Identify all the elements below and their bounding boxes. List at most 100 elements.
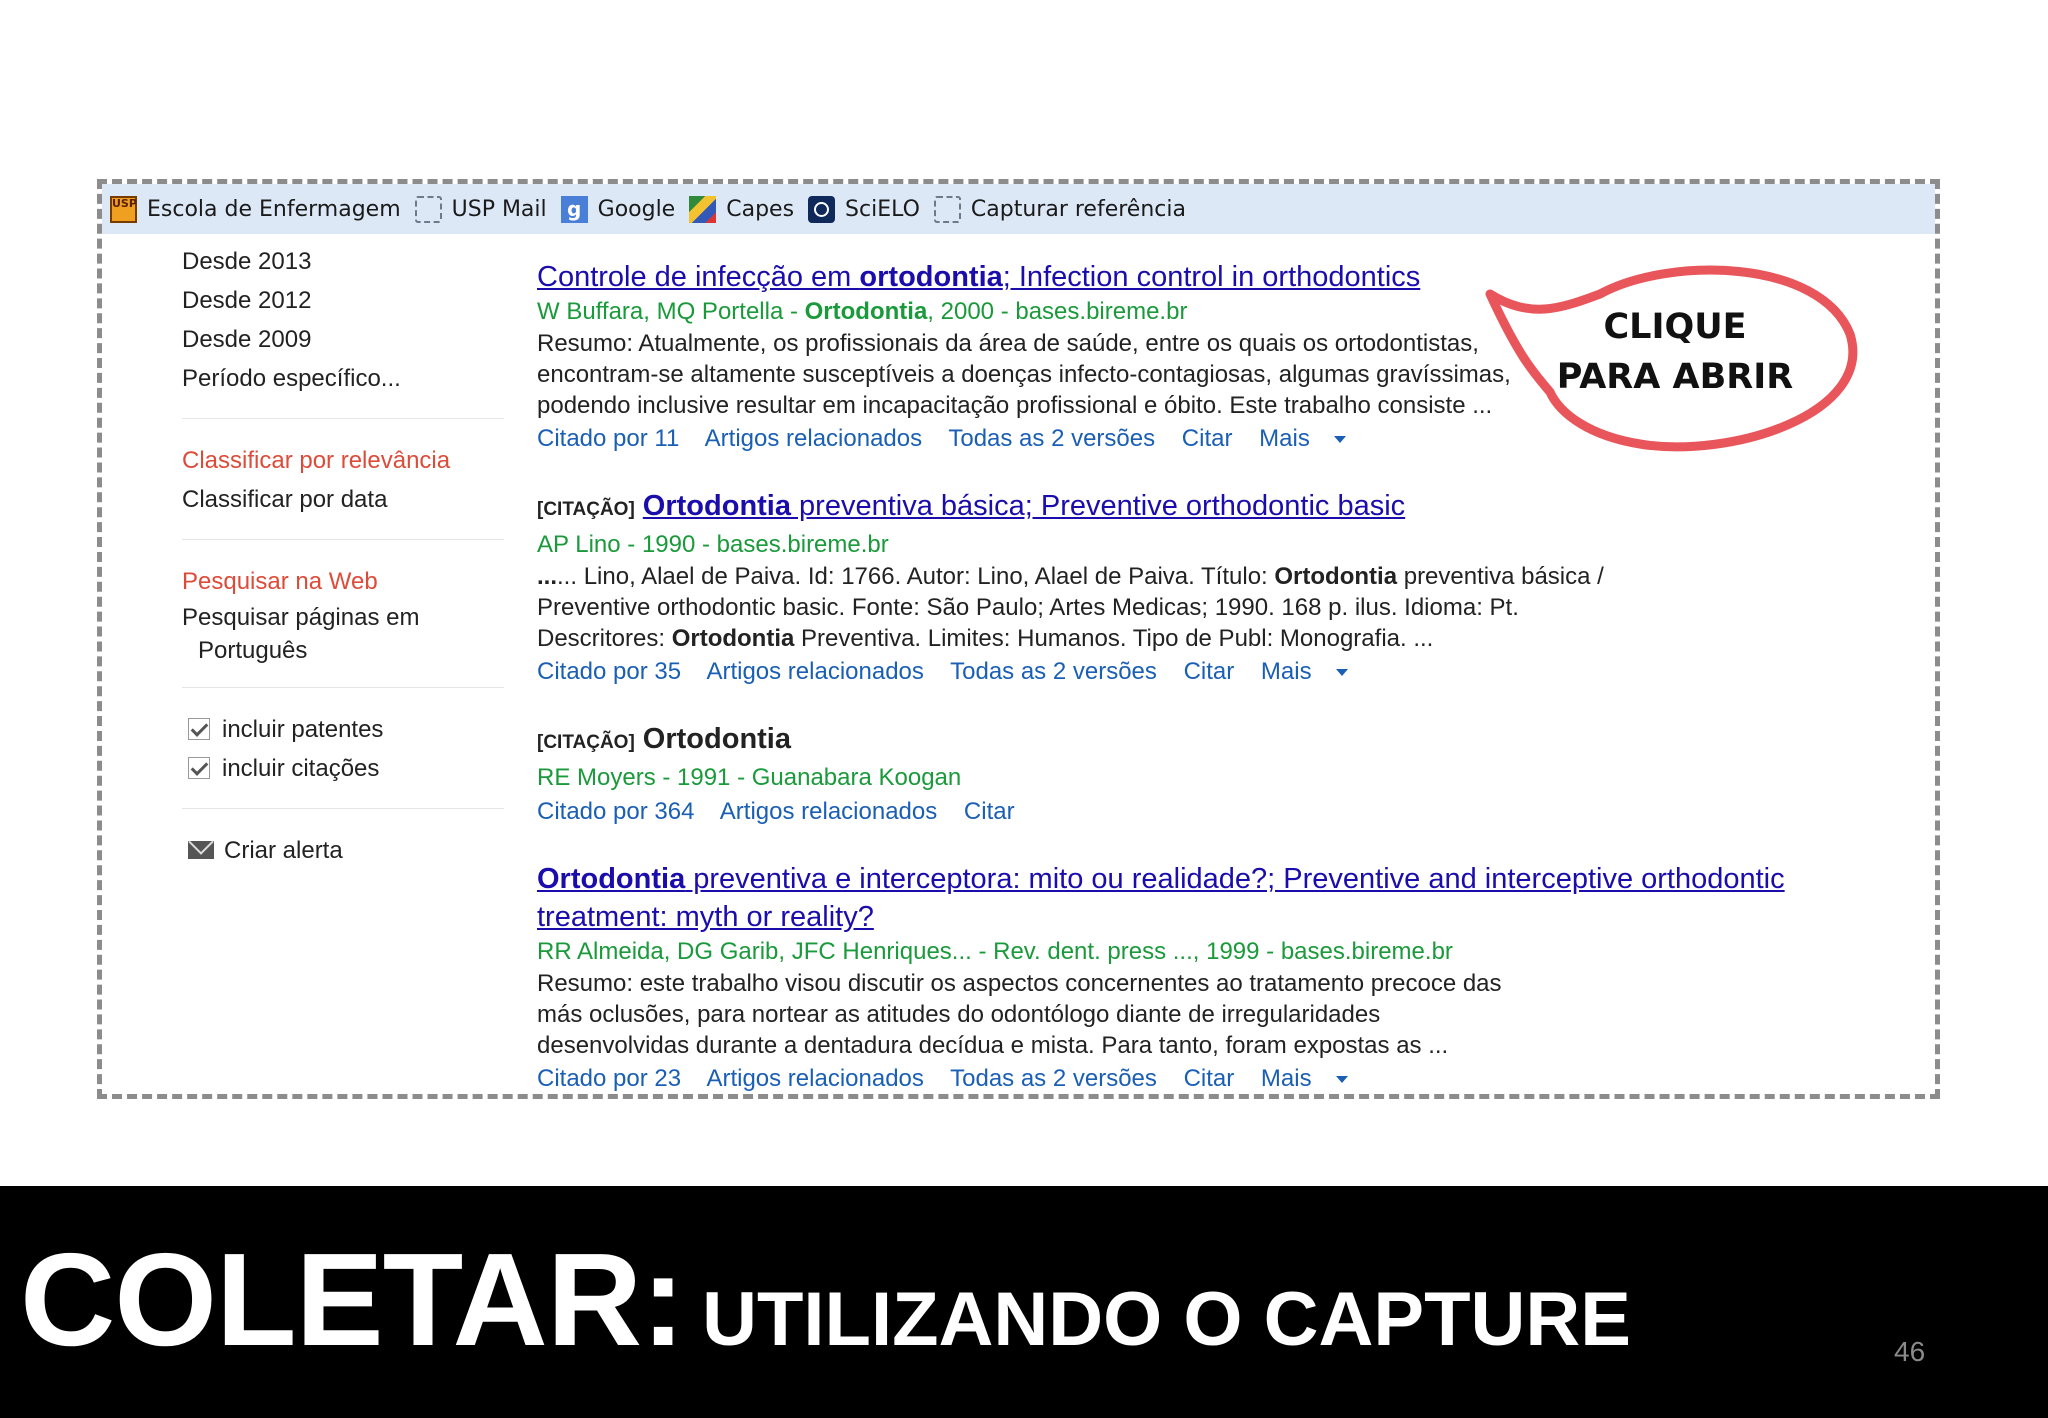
- result-title-link[interactable]: Ortodontia preventiva e interceptora: mi…: [537, 860, 1917, 936]
- slide-page-number: 46: [1894, 1336, 1926, 1367]
- more-dropdown[interactable]: Mais: [1261, 1065, 1348, 1092]
- snippet-line: ...... Lino, Alael de Paiva. Id: 1766. A…: [537, 563, 1604, 590]
- title-keyword: Ortodontia: [537, 863, 686, 895]
- all-versions-link[interactable]: Todas as 2 versões: [950, 658, 1157, 685]
- result-actions: Citado por 35 Artigos relacionados Todas…: [537, 654, 1917, 690]
- snippet-keyword: Ortodontia: [671, 625, 795, 652]
- title-text: preventiva básica; Preventive orthodonti…: [791, 490, 1406, 522]
- checkbox-label: incluir patentes: [222, 716, 384, 743]
- caret-down-icon: [1333, 436, 1346, 443]
- cited-by-link[interactable]: Citado por 364: [537, 798, 694, 825]
- usp-icon: USP: [110, 195, 137, 223]
- snippet-line: Preventive orthodontic basic. Fonte: São…: [537, 594, 1519, 621]
- snippet-text: Preventiva. Limites: Humanos. Tipo de Pu…: [794, 625, 1434, 652]
- date-filter-custom-range[interactable]: Período específico...: [182, 359, 504, 398]
- divider: [182, 687, 504, 688]
- checkbox-checked-icon: [188, 718, 210, 740]
- more-label: Mais: [1260, 1065, 1312, 1092]
- all-versions-link[interactable]: Todas as 2 versões: [948, 425, 1155, 452]
- bookmark-capes[interactable]: Capes: [689, 195, 794, 223]
- checkbox-checked-icon: [188, 757, 210, 779]
- citation-tag: [CITAÇÃO]: [537, 499, 635, 520]
- result-title-link[interactable]: [CITAÇÃO] Ortodontia preventiva básica; P…: [537, 487, 1917, 529]
- related-articles-link[interactable]: Artigos relacionados: [705, 425, 922, 452]
- snippet-text: preventiva básica /: [1397, 563, 1604, 590]
- search-tools-sidebar: Desde 2013 Desde 2012 Desde 2009 Período…: [182, 242, 504, 870]
- snippet-line: más oclusões, para nortear as atitudes d…: [537, 1001, 1381, 1028]
- cite-link[interactable]: Citar: [1184, 658, 1235, 685]
- date-filter-since-2013[interactable]: Desde 2013: [182, 242, 504, 281]
- date-filter-since-2012[interactable]: Desde 2012: [182, 281, 504, 320]
- bookmark-escola-enfermagem[interactable]: USP Escola de Enfermagem: [110, 195, 401, 223]
- caret-down-icon: [1335, 1076, 1348, 1083]
- snippet-text: ... Lino, Alael de Paiva. Id: 1766. Auto…: [557, 563, 1275, 590]
- divider: [182, 418, 504, 419]
- snippet-text: Descritores:: [537, 625, 672, 652]
- slide-title-main: COLETAR:: [20, 1226, 685, 1373]
- bookmark-label: Escola de Enfermagem: [147, 196, 401, 222]
- more-label: Mais: [1259, 425, 1310, 452]
- all-versions-link[interactable]: Todas as 2 versões: [950, 1065, 1157, 1092]
- sort-by-relevance[interactable]: Classificar por relevância: [182, 441, 504, 480]
- bookmark-label: Capturar referência: [970, 196, 1186, 222]
- related-articles-link[interactable]: Artigos relacionados: [706, 1065, 923, 1092]
- result-title: [CITAÇÃO] Ortodontia: [537, 720, 1917, 762]
- cited-by-link[interactable]: Citado por 11: [537, 425, 679, 452]
- citation-tag: [CITAÇÃO]: [537, 732, 635, 753]
- bookmark-placeholder-icon: [414, 195, 442, 223]
- result-meta: RR Almeida, DG Garib, JFC Henriques... -…: [537, 938, 1453, 965]
- callout-line: CLIQUE: [1603, 307, 1747, 347]
- include-citations-checkbox[interactable]: incluir citações: [182, 749, 504, 788]
- create-alert-link[interactable]: Criar alerta: [182, 831, 504, 870]
- option-label: Português: [198, 637, 308, 664]
- title-keyword: Ortodontia: [642, 490, 791, 522]
- title-text: Controle de infecção em: [537, 261, 860, 293]
- related-articles-link[interactable]: Artigos relacionados: [720, 798, 937, 825]
- result-item: [CITAÇÃO] Ortodontia preventiva básica; P…: [537, 487, 1917, 690]
- meta-keyword: Ortodontia: [804, 298, 928, 325]
- capes-icon: [689, 195, 717, 223]
- bookmark-usp-mail[interactable]: USP Mail: [414, 195, 547, 223]
- snippet-line: desenvolvidas durante a dentadura decídu…: [537, 1032, 1449, 1059]
- result-snippet: ...... Lino, Alael de Paiva. Id: 1766. A…: [537, 561, 1917, 654]
- more-dropdown[interactable]: Mais: [1259, 425, 1346, 452]
- cite-link[interactable]: Citar: [1182, 425, 1233, 452]
- include-patents-checkbox[interactable]: incluir patentes: [182, 710, 504, 749]
- title-text: ; Infection control in orthodontics: [1002, 261, 1421, 293]
- result-meta: AP Lino - 1990 - bases.bireme.br: [537, 531, 889, 558]
- callout-line: PARA ABRIR: [1556, 357, 1794, 397]
- search-web-option[interactable]: Pesquisar na Web: [182, 562, 504, 601]
- bookmark-google[interactable]: g Google: [560, 195, 675, 223]
- result-snippet: Resumo: este trabalho visou discutir os …: [537, 968, 1917, 1061]
- date-filter-since-2009[interactable]: Desde 2009: [182, 320, 504, 359]
- bookmark-capturar-referencia[interactable]: Capturar referência: [933, 195, 1186, 223]
- meta-authors: W Buffara, MQ Portella -: [537, 298, 805, 325]
- search-portuguese-pages-option[interactable]: Pesquisar páginas em Português: [182, 601, 504, 667]
- cited-by-link[interactable]: Citado por 23: [537, 1065, 681, 1092]
- slide-title-banner: COLETAR: UTILIZANDO O CAPTURE 46: [0, 1186, 2048, 1418]
- bookmarks-bar: USP Escola de Enfermagem USP Mail g Goog…: [102, 184, 1935, 234]
- related-articles-link[interactable]: Artigos relacionados: [706, 658, 923, 685]
- title-text: treatment: myth or reality?: [537, 901, 874, 933]
- sort-by-date[interactable]: Classificar por data: [182, 480, 504, 519]
- caret-down-icon: [1335, 669, 1348, 676]
- snippet-line: Descritores: Ortodontia Preventiva. Limi…: [537, 623, 1917, 654]
- bookmark-scielo[interactable]: SciELO: [808, 195, 920, 223]
- cited-by-link[interactable]: Citado por 35: [537, 658, 681, 685]
- option-label: Pesquisar páginas em: [182, 604, 420, 631]
- google-icon: g: [560, 195, 588, 223]
- slide-title: COLETAR: UTILIZANDO O CAPTURE: [20, 1224, 1631, 1375]
- result-actions: Citado por 364 Artigos relacionados Cita…: [537, 794, 1917, 830]
- result-item: Ortodontia preventiva e interceptora: mi…: [537, 860, 1917, 1094]
- snippet-line: Resumo: este trabalho visou discutir os …: [537, 970, 1502, 997]
- more-label: Mais: [1260, 658, 1312, 685]
- result-meta: RE Moyers - 1991 - Guanabara Koogan: [537, 764, 962, 791]
- result-actions: Citado por 23 Artigos relacionados Todas…: [537, 1061, 1917, 1094]
- more-dropdown[interactable]: Mais: [1261, 658, 1348, 685]
- title-keyword: ortodontia: [859, 261, 1003, 293]
- snippet-keyword: Ortodontia: [1274, 563, 1398, 590]
- cite-link[interactable]: Citar: [1184, 1065, 1235, 1092]
- bookmark-placeholder-icon: [933, 195, 961, 223]
- cite-link[interactable]: Citar: [964, 798, 1015, 825]
- slide-title-sub: UTILIZANDO O CAPTURE: [702, 1277, 1631, 1362]
